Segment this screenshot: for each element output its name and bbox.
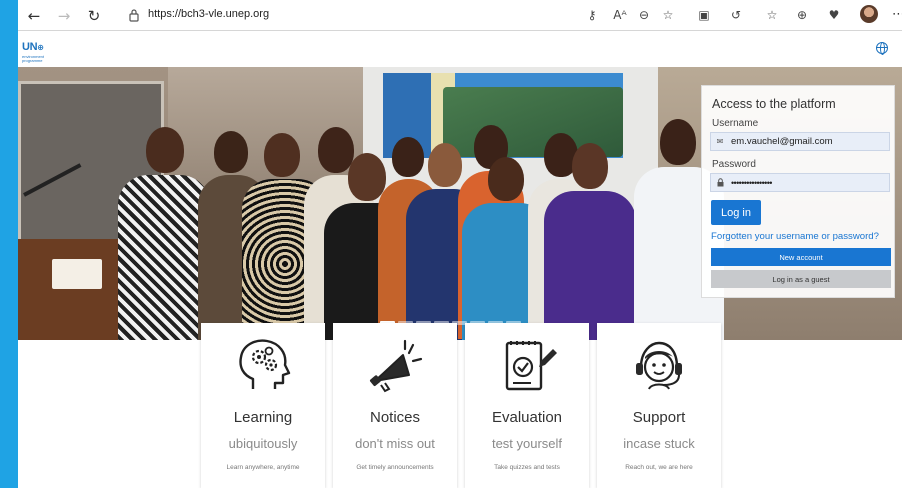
refresh-icon[interactable]: ↺ <box>728 7 744 23</box>
feature-title: Learning <box>233 409 293 426</box>
group-photo <box>18 67 724 340</box>
feature-subtitle: incase stuck <box>623 436 695 451</box>
login-card: Access to the platform Username ✉ em.vau… <box>701 85 895 298</box>
feature-title: Notices <box>369 409 421 426</box>
logo-subtext: environment programme <box>22 54 45 63</box>
browser-toolbar: ← → ↻ https://bch3-vle.unep.org ⚷ Aᴬ ⊖ ☆… <box>18 0 902 31</box>
megaphone-icon <box>369 339 423 393</box>
back-button[interactable]: ← <box>24 6 44 26</box>
unep-logo[interactable]: UN⊕ environment programme <box>22 37 52 63</box>
language-globe-icon[interactable] <box>876 42 888 55</box>
reload-icon: ↻ <box>87 7 101 25</box>
feature-card-learning[interactable]: Learning ubiquitously Learn anywhere, an… <box>201 323 325 488</box>
lock-icon <box>711 174 729 191</box>
login-button[interactable]: Log in <box>711 200 761 225</box>
forward-button[interactable]: → <box>54 6 74 26</box>
username-field[interactable]: ✉ em.vauchel@gmail.com <box>710 132 890 151</box>
guest-login-button[interactable]: Log in as a guest <box>711 270 891 288</box>
collections-icon[interactable]: ⊕ <box>794 7 810 23</box>
feature-description: Get timely announcements <box>356 464 434 471</box>
profile-avatar[interactable] <box>860 5 878 23</box>
site-header: UN⊕ environment programme <box>18 31 902 67</box>
feature-description: Take quizzes and tests <box>494 464 560 471</box>
forward-arrow-icon: → <box>57 7 71 25</box>
feature-description: Reach out, we are here <box>625 464 693 471</box>
extension-icon[interactable]: ▣ <box>696 7 712 23</box>
reload-button[interactable]: ↻ <box>84 6 104 26</box>
password-value: •••••••••••••••• <box>731 177 772 188</box>
headset-support-icon <box>636 341 682 390</box>
head-gears-icon <box>239 339 291 389</box>
login-title: Access to the platform <box>712 97 836 111</box>
feature-subtitle: test yourself <box>491 436 563 451</box>
favorite-add-icon[interactable]: ☆ <box>660 7 676 23</box>
more-menu-icon[interactable]: ⋯ <box>892 6 902 22</box>
clipboard-check-icon <box>505 341 557 391</box>
feature-subtitle: don't miss out <box>355 436 435 451</box>
feature-subtitle: ubiquitously <box>228 436 298 451</box>
address-bar[interactable]: https://bch3-vle.unep.org <box>148 8 269 20</box>
forgot-password-link[interactable]: Forgotten your username or password? <box>711 231 879 242</box>
feature-card-support[interactable]: Support incase stuck Reach out, we are h… <box>597 323 721 488</box>
password-label: Password <box>712 159 756 170</box>
heart-icon[interactable]: ♥ <box>826 7 842 23</box>
un-emblem-icon: ⊕ <box>37 43 44 52</box>
feature-cards: Learning ubiquitously Learn anywhere, an… <box>201 323 721 488</box>
username-value: em.vauchel@gmail.com <box>731 136 833 147</box>
back-arrow-icon: ← <box>27 7 41 25</box>
username-label: Username <box>712 118 759 129</box>
feature-card-evaluation[interactable]: Evaluation test yourself Take quizzes an… <box>465 323 589 488</box>
feature-card-notices[interactable]: Notices don't miss out Get timely announ… <box>333 323 457 488</box>
password-field[interactable]: •••••••••••••••• <box>710 173 890 192</box>
feature-title: Support <box>632 409 686 426</box>
logo-text: UN⊕ <box>22 41 44 53</box>
web-page: UN⊕ environment programme Access to the … <box>18 31 902 488</box>
feature-title: Evaluation <box>491 409 563 426</box>
envelope-icon: ✉ <box>716 137 724 146</box>
zoom-icon[interactable]: ⊖ <box>636 7 652 23</box>
site-lock-icon[interactable] <box>128 8 140 22</box>
favorites-icon[interactable]: ☆ <box>764 7 780 23</box>
new-account-button[interactable]: New account <box>711 248 891 266</box>
feature-description: Learn anywhere, anytime <box>226 464 300 471</box>
read-aloud-icon[interactable]: Aᴬ <box>612 7 628 23</box>
key-icon[interactable]: ⚷ <box>584 7 600 23</box>
